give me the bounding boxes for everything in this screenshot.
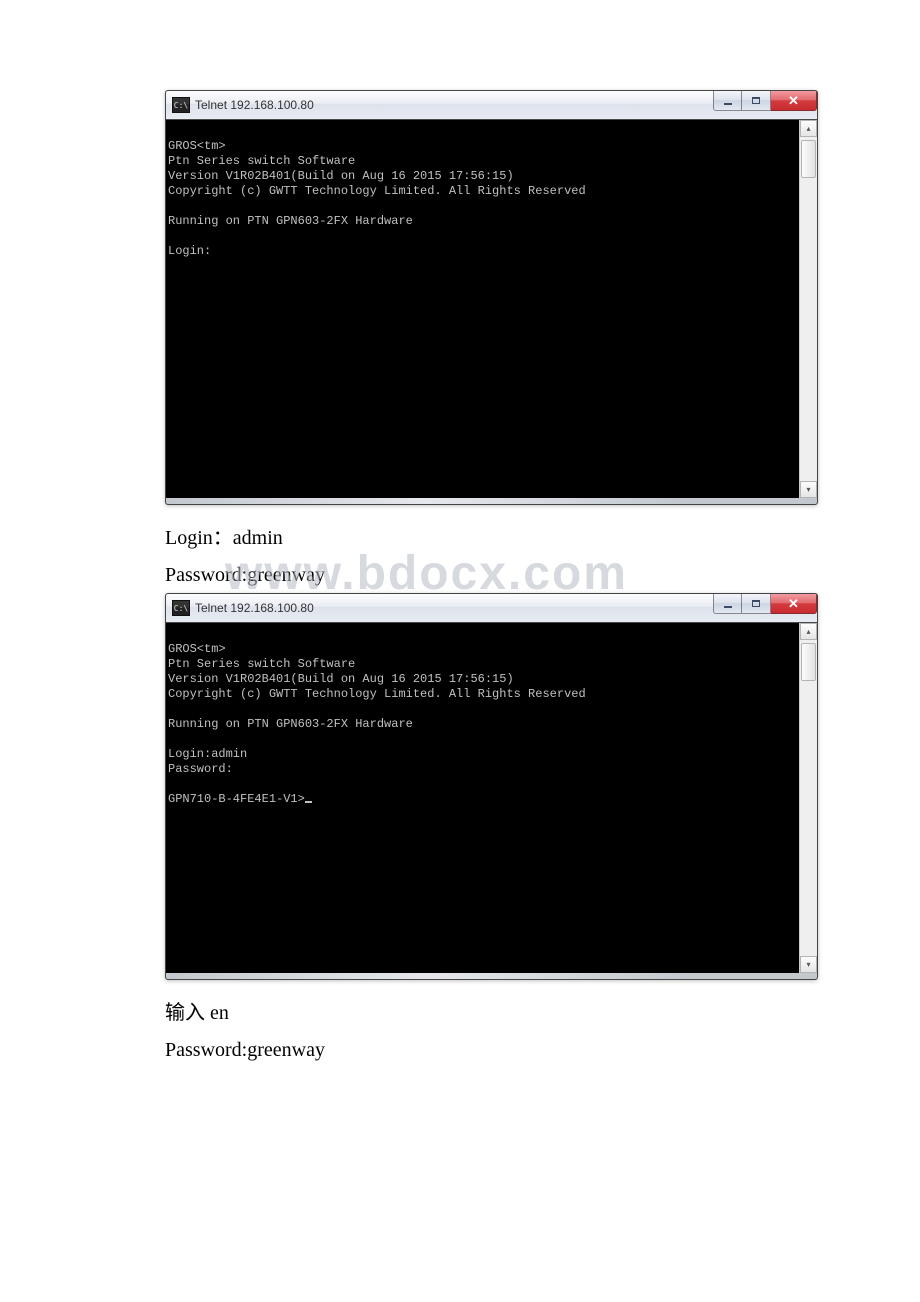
instruction-enable: 输入 en: [165, 996, 760, 1025]
scrollbar[interactable]: ▴ ▾: [799, 623, 817, 973]
scroll-up-button[interactable]: ▴: [800, 623, 817, 640]
window-controls: ✕: [713, 91, 817, 111]
scrollbar[interactable]: ▴ ▾: [799, 120, 817, 498]
window-edge: [166, 498, 817, 504]
terminal-window-2: C:\ Telnet 192.168.100.80 ✕ GROS<tm> Ptn…: [165, 593, 818, 980]
minimize-button[interactable]: [713, 91, 742, 111]
terminal-output[interactable]: GROS<tm> Ptn Series switch Software Vers…: [166, 120, 799, 498]
terminal-window-1: C:\ Telnet 192.168.100.80 ✕ GROS<tm> Ptn…: [165, 90, 818, 505]
terminal-output[interactable]: GROS<tm> Ptn Series switch Software Vers…: [166, 623, 799, 973]
instruction-password-2: Password:greenway: [165, 1039, 760, 1062]
scroll-track[interactable]: [800, 137, 817, 481]
window-title: Telnet 192.168.100.80: [195, 98, 314, 112]
window-edge: [166, 973, 817, 979]
scroll-down-button[interactable]: ▾: [800, 481, 817, 498]
minimize-button[interactable]: [713, 594, 742, 614]
scroll-down-button[interactable]: ▾: [800, 956, 817, 973]
instruction-password: Password:greenway: [165, 564, 760, 587]
title-bar[interactable]: C:\ Telnet 192.168.100.80 ✕: [166, 91, 817, 120]
maximize-button[interactable]: [742, 91, 771, 111]
scroll-thumb[interactable]: [801, 140, 816, 178]
window-title: Telnet 192.168.100.80: [195, 601, 314, 615]
window-controls: ✕: [713, 594, 817, 614]
scroll-up-button[interactable]: ▴: [800, 120, 817, 137]
cmd-icon: C:\: [172, 600, 190, 616]
close-button[interactable]: ✕: [771, 594, 817, 614]
scroll-track[interactable]: [800, 640, 817, 956]
maximize-button[interactable]: [742, 594, 771, 614]
cursor: [305, 801, 312, 803]
instruction-login: Login：admin: [165, 521, 760, 550]
close-button[interactable]: ✕: [771, 91, 817, 111]
scroll-thumb[interactable]: [801, 643, 816, 681]
title-bar[interactable]: C:\ Telnet 192.168.100.80 ✕: [166, 594, 817, 623]
cmd-icon: C:\: [172, 97, 190, 113]
